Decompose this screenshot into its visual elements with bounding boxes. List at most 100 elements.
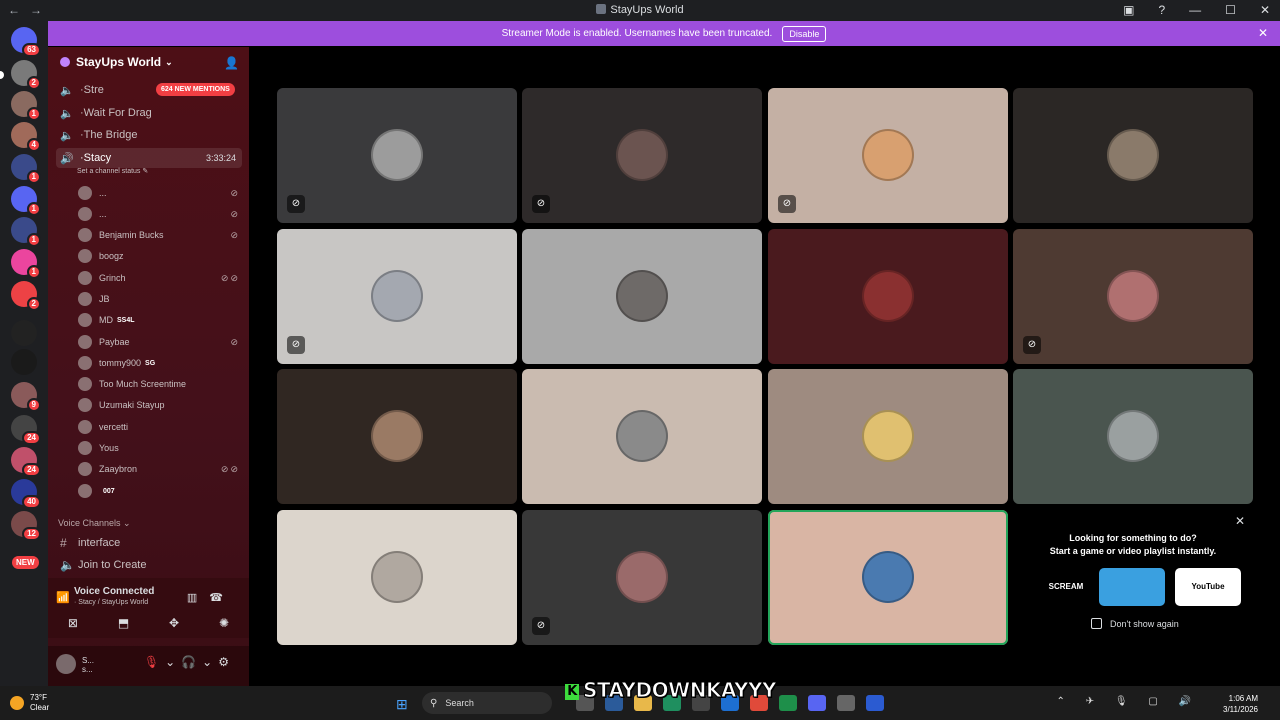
headphones-icon[interactable]: 🎧 [181,655,202,669]
camera-off-icon[interactable]: ⊠ [68,616,78,630]
dont-show-again-checkbox[interactable]: Don't show again [1091,618,1179,629]
member-row[interactable]: Yous [78,439,240,457]
voice-channel[interactable]: 🔈 · The Bridge [56,125,242,145]
server-icon[interactable]: 4 [11,122,41,152]
participant-tile[interactable]: ⊘ [277,88,517,223]
member-row[interactable]: Zaaybron ⊘⊘ [78,460,240,478]
clock[interactable]: 1:06 AM 3/11/2026 [1223,693,1258,715]
add-friend-icon[interactable]: 👤 [224,56,239,70]
server-icon[interactable] [11,320,37,346]
member-row[interactable]: Too Much Screentime [78,375,240,393]
text-channel[interactable]: # interface [60,536,120,550]
participant-tile[interactable] [522,369,762,504]
server-icon[interactable] [11,349,37,375]
participant-tile[interactable] [522,229,762,364]
voice-connected-panel: 📶 Voice Connected · Stacy / StayUps Worl… [48,578,249,638]
activity-card-scream[interactable]: SCREAM [1033,568,1099,606]
windows-start-icon[interactable]: ⊞ [396,696,408,713]
member-row[interactable]: vercetti [78,418,240,436]
server-icon[interactable]: 24 [11,447,41,477]
soundboard-icon[interactable]: ✺ [219,616,229,630]
app-icon[interactable] [837,695,855,711]
weather-widget[interactable]: 73°F Clear [10,693,49,713]
avatar[interactable] [56,654,76,674]
hash-icon: # [60,536,67,550]
activity-card-youtube[interactable]: YouTube [1175,568,1241,606]
member-row[interactable]: MD SS4L [78,311,240,329]
server-icon[interactable]: 1 [11,249,41,279]
avatar [862,129,914,181]
channel-status-hint[interactable]: Set a channel status ✎ [77,167,148,175]
participant-tile[interactable] [768,369,1008,504]
member-tag: SS4L [117,316,135,324]
maximize-button[interactable]: ☐ [1225,3,1236,17]
app-icon[interactable] [866,695,884,711]
server-icon[interactable]: 24 [11,415,41,445]
close-window-button[interactable]: ✕ [1260,3,1270,17]
participant-tile[interactable]: ⊘ [277,229,517,364]
server-icon[interactable]: 2 [11,281,41,311]
participant-tile[interactable] [1013,369,1253,504]
participant-tile[interactable]: ⊘ [768,88,1008,223]
avatar [1107,410,1159,462]
voice-status[interactable]: Voice Connected [74,586,154,597]
signal-icon[interactable]: 📶 [56,591,70,604]
member-row[interactable]: boogz [78,247,240,265]
voice-channels-section[interactable]: Voice Channels ⌄ [58,518,131,529]
voice-channel-active[interactable]: 🔊 · Stacy 3:33:24 [56,148,242,168]
member-row[interactable]: Uzumaki Stayup [78,396,240,414]
voice-channel[interactable]: 🔈 · Wait For Drag [56,103,242,123]
participant-tile[interactable]: ⊘ [522,88,762,223]
guild-header[interactable]: StayUps World ⌄ 👤 [48,47,249,77]
settings-gear-icon[interactable]: ⚙ [218,655,235,669]
participant-tile[interactable]: ⊘ [522,510,762,645]
server-icon[interactable]: 1 [11,217,41,247]
voice-channel[interactable]: 🔈 Join to Create [60,558,146,572]
server-icon[interactable]: 1 [11,154,41,184]
close-banner-icon[interactable]: ✕ [1258,26,1268,40]
participant-tile[interactable] [1013,88,1253,223]
server-icon[interactable]: 1 [11,186,41,216]
taskbar-search[interactable]: ⚲ Search [422,692,552,714]
discord-icon[interactable] [808,695,826,711]
disconnect-icon[interactable]: ☎ [209,592,235,604]
close-icon[interactable]: ✕ [1235,514,1245,528]
home-button[interactable]: 63 [11,27,41,57]
server-icon[interactable]: 2 [11,60,41,90]
minimize-button[interactable]: — [1189,3,1201,17]
new-mentions-pill[interactable]: 624 NEW MENTIONS [156,83,235,96]
screen-share-icon[interactable]: ⬒ [118,616,129,630]
chevron-down-icon[interactable]: ⌄ [165,655,181,669]
member-row[interactable]: Paybae ⊘ [78,333,240,351]
app-icon[interactable] [779,695,797,711]
server-icon[interactable]: 40 [11,479,41,509]
member-row[interactable]: JB [78,290,240,308]
mic-muted-icon[interactable]: 🎙 [144,655,165,669]
chevron-down-icon[interactable]: ⌄ [202,655,218,669]
member-row[interactable]: 007 [78,482,240,500]
participant-tile[interactable] [277,510,517,645]
voice-location[interactable]: · Stacy / StayUps World [74,599,148,606]
server-icon[interactable]: 1 [11,91,41,121]
new-badge[interactable]: NEW [12,556,39,569]
system-tray[interactable]: ⌃ ✈ 🎙 ▢ 🔊 [1057,696,1200,707]
participant-tile[interactable]: ⊘ [1013,229,1253,364]
participant-tile[interactable] [277,369,517,504]
member-row[interactable]: ... ⊘ [78,184,240,202]
member-row[interactable]: Grinch ⊘⊘ [78,269,240,287]
activities-icon[interactable]: ✥ [169,616,179,630]
avatar [78,292,92,306]
server-icon[interactable]: 9 [11,382,41,412]
member-row[interactable]: Benjamin Bucks ⊘ [78,226,240,244]
disable-button[interactable]: Disable [782,25,827,42]
username[interactable]: S... s... [82,656,94,674]
noise-suppression-icon[interactable]: ▥ [187,592,209,604]
participant-tile[interactable] [768,229,1008,364]
member-row[interactable]: tommy900 SG [78,354,240,372]
member-row[interactable]: ... ⊘ [78,205,240,223]
participant-tile[interactable] [768,510,1008,645]
activity-card-game[interactable] [1099,568,1165,606]
server-icon[interactable]: 12 [11,511,41,541]
inbox-icon[interactable]: ▣ [1123,3,1134,17]
help-icon[interactable]: ? [1158,3,1165,17]
